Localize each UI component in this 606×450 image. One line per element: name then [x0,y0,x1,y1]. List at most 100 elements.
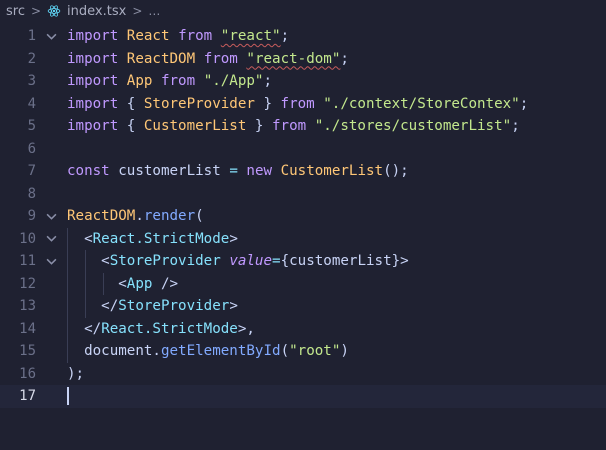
chevron-down-icon[interactable] [44,228,58,251]
react-icon [47,5,61,17]
code-line[interactable]: 3 import App from "./App"; [0,70,606,93]
code-line[interactable]: 11 <StoreProvider value={customerList}> [0,250,606,273]
breadcrumb: src > index.tsx > … [0,0,606,22]
code-text: </StoreProvider> [67,295,238,318]
code-token: StoreProvider [143,95,255,112]
ellipsis-icon[interactable]: … [148,4,160,18]
code-line[interactable]: 16); [0,363,606,386]
code-token: < [84,230,93,247]
code-token: ); [67,365,85,382]
code-token: render [143,208,196,224]
line-number: 16 [19,365,36,382]
code-token: React.StrictMode [101,320,238,337]
code-token: ; [263,73,273,89]
code-token: customerList [109,163,230,179]
code-token: document. [67,343,161,359]
code-text: <StoreProvider value={customerList}> [67,250,409,273]
code-line[interactable]: 6 [0,138,606,161]
code-token: from [280,95,315,112]
code-token: CustomerList [280,163,384,179]
breadcrumb-folder[interactable]: src [6,4,25,19]
code-area[interactable]: 1 import React from "react"; 2 import React… [0,25,606,408]
code-token: ( [195,208,204,224]
line-number: 6 [27,140,36,157]
code-token: "react-dom" [246,50,341,67]
code-editor[interactable]: src > index.tsx > … 1 import React from "… [0,0,606,450]
code-line[interactable]: 7 const customerList = new CustomerList()… [0,160,606,183]
code-token: > [229,230,238,247]
code-line[interactable]: 1 import React from "react"; [0,25,606,48]
code-text: </React.StrictMode>, [67,318,255,341]
text-cursor [67,387,69,405]
code-text: <App /> [67,273,178,296]
code-token: ReactDOM [126,50,196,67]
chevron-right-icon: > [132,4,143,18]
chevron-right-icon: > [30,4,42,18]
code-line[interactable]: 14 </React.StrictMode>, [0,317,606,341]
code-token: from [272,118,307,134]
code-token: "./context/StoreContex" [323,95,520,112]
code-token: import [67,28,119,44]
line-number: 4 [27,95,36,112]
code-token: "./App" [203,73,264,89]
code-line[interactable]: 13 </StoreProvider> [0,295,606,318]
code-token: getElementById [160,343,281,359]
code-text: ReactDOM.render( [67,205,204,228]
chevron-down-icon[interactable] [44,25,58,48]
chevron-down-icon[interactable] [44,250,58,273]
chevron-down-icon[interactable] [44,205,58,228]
code-token: > [229,298,238,314]
code-text: <React.StrictMode> [67,228,238,251]
line-number: 1 [27,28,36,44]
code-line[interactable]: 12 <App /> [0,272,606,296]
code-line[interactable]: 2 import ReactDOM from "react-dom"; [0,48,606,71]
code-text: import App from "./App"; [67,70,272,93]
code-token: </ [84,320,102,337]
code-line[interactable]: 8 [0,183,606,206]
code-token: ) [340,343,349,359]
line-number: 17 [19,388,36,404]
line-number: 3 [27,73,36,89]
code-token: StoreProvider [118,298,230,314]
code-line[interactable]: 5 import { CustomerList } from "./stores/… [0,115,606,138]
code-text [67,385,69,408]
code-token: ; [511,118,520,134]
code-token: < [118,275,127,292]
code-token: } [246,118,272,134]
line-number: 14 [19,320,36,337]
line-number: 5 [27,118,36,134]
line-number: 15 [19,343,36,359]
breadcrumb-file[interactable]: index.tsx [67,4,126,19]
line-number: 9 [27,208,36,224]
code-line[interactable]: 10 <React.StrictMode> [0,227,606,251]
code-line[interactable]: 17 [0,385,606,408]
code-line[interactable]: 4 import { StoreProvider } from "./contex… [0,93,606,116]
code-text: import { CustomerList } from "./stores/c… [67,115,520,138]
code-token: . [135,208,144,224]
code-token: React [126,28,170,44]
code-token: import [67,118,119,134]
code-token: ; [340,50,349,67]
code-token: (); [383,163,409,179]
code-line[interactable]: 15 document.getElementById("root") [0,340,606,363]
code-text: document.getElementById("root") [67,340,349,363]
code-token: import [67,73,119,89]
code-line[interactable]: 9 ReactDOM.render( [0,205,606,228]
code-text: ); [67,363,84,386]
code-token: ReactDOM [67,208,136,224]
code-token: new [246,163,273,179]
code-token: React.StrictMode [92,230,230,247]
code-token: ; [519,95,529,112]
code-token: { [118,95,144,112]
line-number: 8 [27,185,36,202]
